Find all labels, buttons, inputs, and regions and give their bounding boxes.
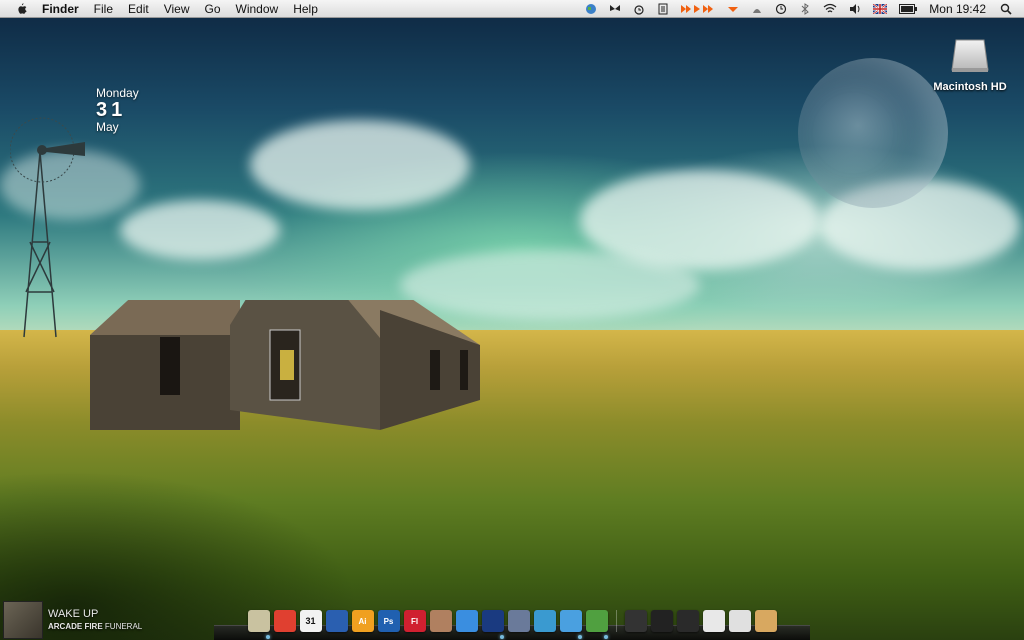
menu-edit[interactable]: Edit bbox=[128, 2, 149, 16]
dock-separator bbox=[615, 610, 617, 632]
flash-icon[interactable]: Fl bbox=[403, 610, 426, 632]
mail-stack-icon[interactable] bbox=[702, 610, 725, 632]
wifi-icon[interactable] bbox=[823, 3, 837, 15]
running-indicator bbox=[266, 635, 270, 639]
menu-bar: Finder File Edit View Go Window Help Mon… bbox=[0, 0, 1024, 18]
script-icon[interactable] bbox=[507, 610, 530, 632]
textedit-icon[interactable] bbox=[455, 610, 478, 632]
menu-help[interactable]: Help bbox=[293, 2, 318, 16]
applications-stack-icon[interactable] bbox=[676, 610, 699, 632]
windmill-icon bbox=[10, 117, 85, 338]
dock-items: 31 Ai Ps Fl bbox=[246, 610, 779, 640]
tasks-icon[interactable] bbox=[325, 610, 348, 632]
photoshop-icon[interactable]: Ps bbox=[377, 610, 400, 632]
album-art bbox=[3, 601, 43, 639]
menu-go[interactable]: Go bbox=[205, 2, 221, 16]
safari-icon[interactable] bbox=[481, 610, 504, 632]
volume-icon[interactable] bbox=[849, 3, 861, 15]
cloud bbox=[250, 120, 470, 210]
wordpress-icon[interactable] bbox=[533, 610, 556, 632]
bluetooth-icon[interactable] bbox=[799, 3, 811, 15]
menu-app-name[interactable]: Finder bbox=[42, 2, 79, 16]
apple-menu-icon[interactable] bbox=[14, 2, 28, 16]
moon bbox=[798, 58, 948, 208]
media-controls-icon[interactable] bbox=[681, 3, 715, 15]
calendar-icon[interactable]: 31 bbox=[299, 610, 322, 632]
dock-icon-text: Ps bbox=[383, 616, 394, 626]
illustrator-icon[interactable]: Ai bbox=[351, 610, 374, 632]
dock-icon-text: Ai bbox=[358, 616, 367, 626]
date-widget: Monday 31 May bbox=[96, 86, 139, 134]
documents-stack-icon[interactable] bbox=[624, 610, 647, 632]
running-indicator bbox=[578, 635, 582, 639]
pencil-icon[interactable] bbox=[585, 610, 608, 632]
running-indicator bbox=[500, 635, 504, 639]
desktop-icon-label: Macintosh HD bbox=[933, 81, 1007, 93]
spotlight-icon[interactable] bbox=[1000, 3, 1012, 15]
alarm-icon[interactable] bbox=[633, 3, 645, 15]
history-icon[interactable] bbox=[775, 3, 787, 15]
eject-icon[interactable] bbox=[727, 3, 739, 15]
now-playing-text: WAKE UP ARCADE FIRE FUNERAL bbox=[48, 608, 142, 632]
battery-icon[interactable] bbox=[899, 4, 918, 14]
menu-window[interactable]: Window bbox=[236, 2, 279, 16]
itunes-icon[interactable] bbox=[559, 610, 582, 632]
track-meta: ARCADE FIRE FUNERAL bbox=[48, 621, 142, 632]
farmhouse bbox=[90, 300, 480, 430]
preview-icon[interactable] bbox=[429, 610, 452, 632]
track-artist: ARCADE FIRE bbox=[48, 622, 103, 631]
date-month: May bbox=[96, 120, 119, 134]
dock: 31 Ai Ps Fl bbox=[214, 600, 810, 640]
now-playing-widget[interactable]: WAKE UP ARCADE FIRE FUNERAL bbox=[0, 600, 200, 640]
dock-icon-text: 31 bbox=[305, 616, 316, 626]
menu-file[interactable]: File bbox=[94, 2, 113, 16]
trash-icon[interactable] bbox=[754, 610, 777, 632]
menu-extras: Mon 19:42 bbox=[585, 0, 1024, 18]
uk-flag-icon[interactable] bbox=[873, 4, 888, 14]
desktop-wallpaper bbox=[0, 0, 1024, 640]
time-machine-icon[interactable] bbox=[751, 3, 763, 15]
gmail-icon[interactable] bbox=[273, 610, 296, 632]
cloud bbox=[120, 200, 280, 260]
track-title: WAKE UP bbox=[48, 608, 99, 620]
finder-icon[interactable] bbox=[247, 610, 270, 632]
date-day: 31 bbox=[96, 99, 127, 121]
hard-drive-icon bbox=[951, 39, 989, 72]
globe-icon[interactable] bbox=[585, 3, 597, 15]
menu-view[interactable]: View bbox=[164, 2, 190, 16]
calendar-stack-icon[interactable] bbox=[728, 610, 751, 632]
running-indicator bbox=[604, 635, 608, 639]
dock-icon-text: Fl bbox=[410, 616, 419, 626]
notes-icon[interactable] bbox=[657, 3, 669, 15]
date-weekday: Monday bbox=[96, 86, 139, 100]
butterfly-icon[interactable] bbox=[609, 3, 621, 15]
track-album: FUNERAL bbox=[104, 622, 143, 631]
downloads-stack-icon[interactable] bbox=[650, 610, 673, 632]
menu-clock[interactable]: Mon 19:42 bbox=[929, 2, 986, 16]
desktop-icon-macintosh-hd[interactable]: Macintosh HD bbox=[930, 38, 1010, 93]
